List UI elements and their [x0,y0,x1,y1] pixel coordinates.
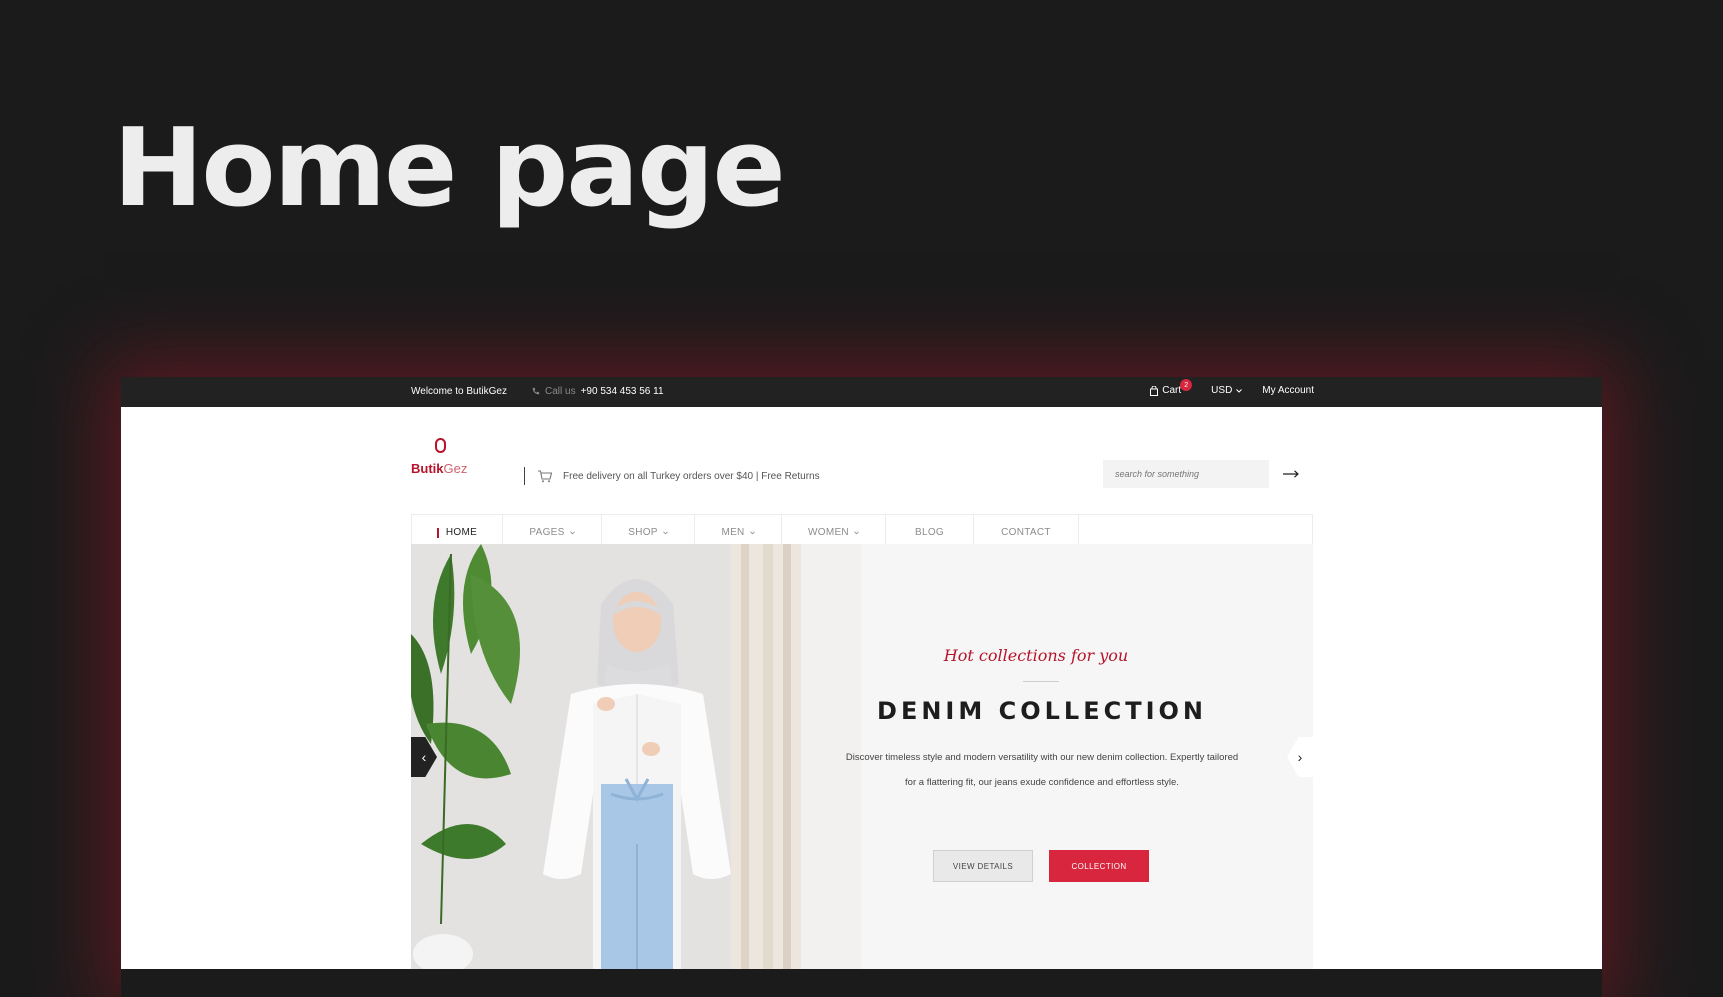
shopping-cart-icon [538,469,553,482]
nav-label: HOME [445,527,478,538]
site-header: ButikGez Free delivery on all Turkey ord… [121,407,1602,551]
logo-text-main: Butik [411,461,444,476]
chevron-right-icon: › [1297,749,1303,765]
phone-icon [532,387,540,395]
slider-next-button[interactable]: › [1287,737,1313,777]
nav-label: BLOG [915,527,944,538]
chevron-down-icon [854,530,859,534]
logo-mark-icon [435,438,446,453]
search-input[interactable] [1103,468,1267,480]
hero-slider: Hot collections for you DENIM COLLECTION… [411,544,1313,969]
cart-label: Cart [1162,385,1182,396]
slide-heading: Home page [113,106,786,231]
nav-label: CONTACT [1001,527,1051,538]
cart-icon [1150,385,1159,396]
hero-title: DENIM COLLECTION [877,697,1207,725]
hero-tagline: Hot collections for you [943,646,1129,665]
topbar: Welcome to ButikGez Call us +90 534 453 … [121,377,1602,407]
hero-description-line: for a flattering fit, our jeans exude co… [905,777,1179,788]
search-submit-button[interactable] [1269,460,1313,488]
call-info: Call us +90 534 453 56 11 [531,386,664,397]
phone-number[interactable]: +90 534 453 56 11 [581,386,664,397]
call-label: Call us [545,386,576,397]
nav-label: PAGES [529,527,565,538]
chevron-down-icon [662,530,668,534]
logo-text: ButikGez [411,461,467,476]
currency-label: USD [1211,385,1233,396]
my-account-link[interactable]: My Account [1262,385,1314,396]
view-details-button[interactable]: VIEW DETAILS [933,850,1033,882]
search-bar [1103,460,1313,488]
cart-button[interactable]: Cart 2 [1150,379,1193,396]
nav-label: WOMEN [808,527,849,538]
currency-selector[interactable]: USD [1211,385,1243,396]
welcome-text: Welcome to ButikGez [411,386,507,397]
chevron-left-icon: ‹ [421,749,427,765]
logo[interactable]: ButikGez [411,438,467,478]
hero-description: Discover timeless style and modern versa… [831,745,1253,795]
collection-button[interactable]: COLLECTION [1049,850,1149,882]
topbar-actions: Cart 2 USD My Account [1150,379,1314,396]
hero-divider [1023,681,1059,682]
nav-label: MEN [721,527,745,538]
hero-description-line: Discover timeless style and modern versa… [845,752,1239,763]
hero-model-photo [411,544,861,969]
chevron-down-icon [569,530,575,534]
cart-count-badge: 2 [1180,379,1193,391]
promo-text: Free delivery on all Turkey orders over … [563,470,820,482]
chevron-down-icon [1236,388,1243,393]
arrow-right-icon [1283,470,1299,478]
promo-banner: Free delivery on all Turkey orders over … [524,467,820,485]
website-screenshot: Welcome to ButikGez Call us +90 534 453 … [121,377,1602,969]
nav-label: SHOP [628,527,658,538]
logo-text-accent: Gez [443,461,468,476]
chevron-down-icon [749,530,755,534]
